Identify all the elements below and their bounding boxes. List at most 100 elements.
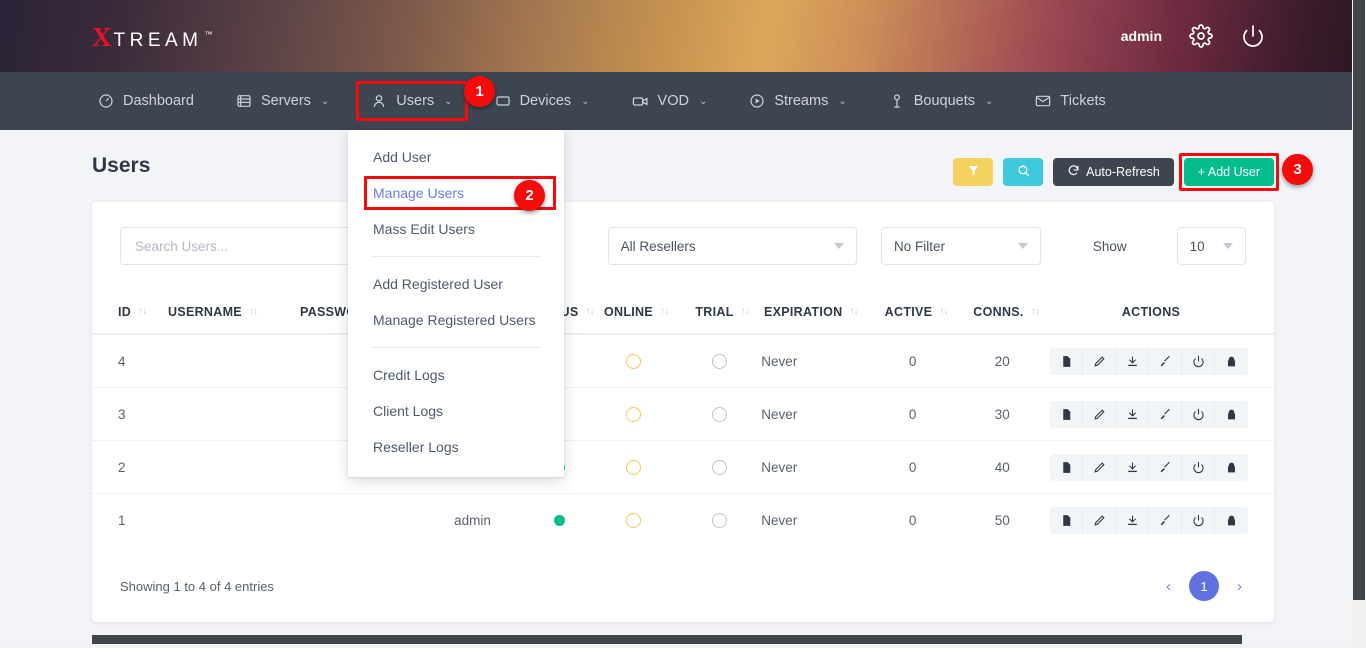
menu-divider — [370, 347, 542, 348]
nav-item-bouquets[interactable]: Bouquets ⌄ — [879, 84, 1004, 118]
wrench-icon[interactable] — [1149, 348, 1182, 375]
auto-refresh-button[interactable]: Auto-Refresh — [1053, 158, 1174, 186]
table-row[interactable]: 3Never030 — [92, 387, 1274, 440]
nav-item-vod[interactable]: VOD ⌄ — [622, 84, 718, 119]
wrench-icon[interactable] — [1149, 454, 1182, 481]
col-actions: ACTIONS — [1054, 305, 1248, 319]
gear-icon[interactable] — [1188, 23, 1214, 49]
menu-divider — [370, 256, 542, 257]
col-trial[interactable]: TRIAL ↑↓ — [680, 305, 764, 319]
chevron-down-icon: ⌄ — [444, 96, 452, 107]
page-size-select[interactable]: 10 — [1177, 227, 1246, 265]
menu-item-reseller-logs[interactable]: Reseller Logs — [348, 429, 564, 465]
refresh-icon — [1067, 164, 1080, 180]
chevron-down-icon — [1018, 243, 1028, 249]
cell-active-2: 0 — [871, 460, 955, 475]
stream-icon — [749, 93, 765, 109]
power-icon[interactable] — [1182, 401, 1215, 428]
power-icon[interactable] — [1240, 23, 1266, 49]
file-icon[interactable] — [1050, 507, 1083, 534]
nav-item-users[interactable]: Users ⌄ — [361, 84, 462, 118]
search-button[interactable] — [1003, 158, 1043, 186]
table-row[interactable]: 1adminNever050 — [92, 493, 1274, 546]
next-page-button[interactable]: › — [1233, 578, 1246, 595]
download-icon[interactable] — [1116, 507, 1149, 534]
col-expiration[interactable]: EXPIRATION ↑↓ — [764, 305, 874, 319]
power-icon[interactable] — [1182, 348, 1215, 375]
table-body: 4Never0203Never0302adminNever0401adminNe… — [92, 334, 1274, 546]
power-icon[interactable] — [1182, 507, 1215, 534]
cell-expiration-1: Never — [761, 407, 871, 422]
file-icon[interactable] — [1050, 454, 1083, 481]
wrench-icon[interactable] — [1149, 507, 1182, 534]
filters-row: All Resellers No Filter Show 10 — [92, 202, 1274, 290]
menu-item-mass-edit-users[interactable]: Mass Edit Users — [348, 211, 564, 247]
menu-item-credit-logs[interactable]: Credit Logs — [348, 357, 564, 393]
step-badge-3: 3 — [1282, 154, 1313, 185]
download-icon[interactable] — [1116, 348, 1149, 375]
cell-actions-2 — [1050, 454, 1248, 481]
pencil-icon[interactable] — [1083, 401, 1116, 428]
page-1-button[interactable]: 1 — [1189, 571, 1219, 601]
nav-item-servers[interactable]: Servers ⌄ — [226, 84, 339, 118]
lock-icon[interactable] — [1215, 401, 1248, 428]
nav-item-devices[interactable]: Devices ⌄ — [485, 84, 600, 118]
nav-item-dashboard[interactable]: Dashboard — [88, 84, 204, 118]
nav-item-streams[interactable]: Streams ⌄ — [739, 84, 856, 118]
cell-online-0 — [590, 354, 678, 369]
clear-filter-button[interactable] — [953, 158, 993, 186]
file-icon[interactable] — [1050, 401, 1083, 428]
sort-icon: ↑↓ — [138, 306, 146, 317]
col-conns[interactable]: CONNS. ↑↓ — [958, 305, 1054, 319]
reseller-select[interactable]: All Resellers — [608, 227, 857, 265]
users-table: ID ↑↓ USERNAME ↑↓ PASSWORD ↑↓ OWNER ↑↓ — [92, 290, 1274, 546]
col-username-label: USERNAME — [168, 305, 242, 319]
add-user-button[interactable]: + Add User — [1184, 158, 1274, 186]
wrench-icon[interactable] — [1149, 401, 1182, 428]
table-row[interactable]: 4Never020 — [92, 334, 1274, 387]
table-row[interactable]: 2adminNever040 — [92, 440, 1274, 493]
cell-online-1 — [590, 407, 678, 422]
lock-icon[interactable] — [1215, 507, 1248, 534]
cell-conns-2: 40 — [954, 460, 1050, 475]
nav-item-tickets[interactable]: Tickets — [1025, 84, 1115, 118]
col-online[interactable]: ONLINE ↑↓ — [592, 305, 680, 319]
power-icon[interactable] — [1182, 454, 1215, 481]
vertical-scrollbar-thumb[interactable] — [1353, 0, 1365, 600]
cell-expiration-0: Never — [761, 354, 871, 369]
download-icon[interactable] — [1116, 454, 1149, 481]
status-filter-select[interactable]: No Filter — [881, 227, 1041, 265]
vertical-scrollbar-track[interactable] — [1352, 0, 1366, 652]
menu-item-client-logs[interactable]: Client Logs — [348, 393, 564, 429]
top-header: X TREAM ™ admin — [0, 0, 1366, 72]
download-icon[interactable] — [1116, 401, 1149, 428]
nav-label-streams: Streams — [774, 93, 828, 109]
col-id[interactable]: ID ↑↓ — [118, 305, 168, 319]
col-active[interactable]: ACTIVE ↑↓ — [874, 305, 958, 319]
horizontal-scrollbar[interactable] — [92, 635, 1242, 644]
status-filter-value: No Filter — [894, 239, 945, 254]
chevron-down-icon — [1223, 243, 1233, 249]
file-icon[interactable] — [1050, 348, 1083, 375]
lock-icon[interactable] — [1215, 454, 1248, 481]
lock-icon[interactable] — [1215, 348, 1248, 375]
pencil-icon[interactable] — [1083, 454, 1116, 481]
menu-item-manage-registered-users[interactable]: Manage Registered Users — [348, 302, 564, 338]
pencil-icon[interactable] — [1083, 507, 1116, 534]
col-username[interactable]: USERNAME ↑↓ — [168, 305, 300, 319]
action-button-group — [1050, 401, 1248, 428]
cell-conns-3: 50 — [954, 513, 1050, 528]
cell-owner-3: admin — [417, 513, 529, 528]
cell-trial-1 — [678, 407, 762, 422]
chevron-down-icon: ⌄ — [838, 96, 846, 107]
menu-item-add-registered-user[interactable]: Add Registered User — [348, 266, 564, 302]
nav-label-tickets: Tickets — [1060, 93, 1105, 109]
col-expiration-label: EXPIRATION — [764, 305, 842, 319]
pencil-icon[interactable] — [1083, 348, 1116, 375]
prev-page-button[interactable]: ‹ — [1162, 578, 1175, 595]
menu-item-add-user[interactable]: Add User — [348, 139, 564, 175]
nav-label-servers: Servers — [261, 93, 311, 109]
cell-id-1: 3 — [118, 407, 168, 422]
trial-indicator-icon — [712, 460, 727, 475]
page-toolbar: Auto-Refresh + Add User — [953, 158, 1274, 186]
